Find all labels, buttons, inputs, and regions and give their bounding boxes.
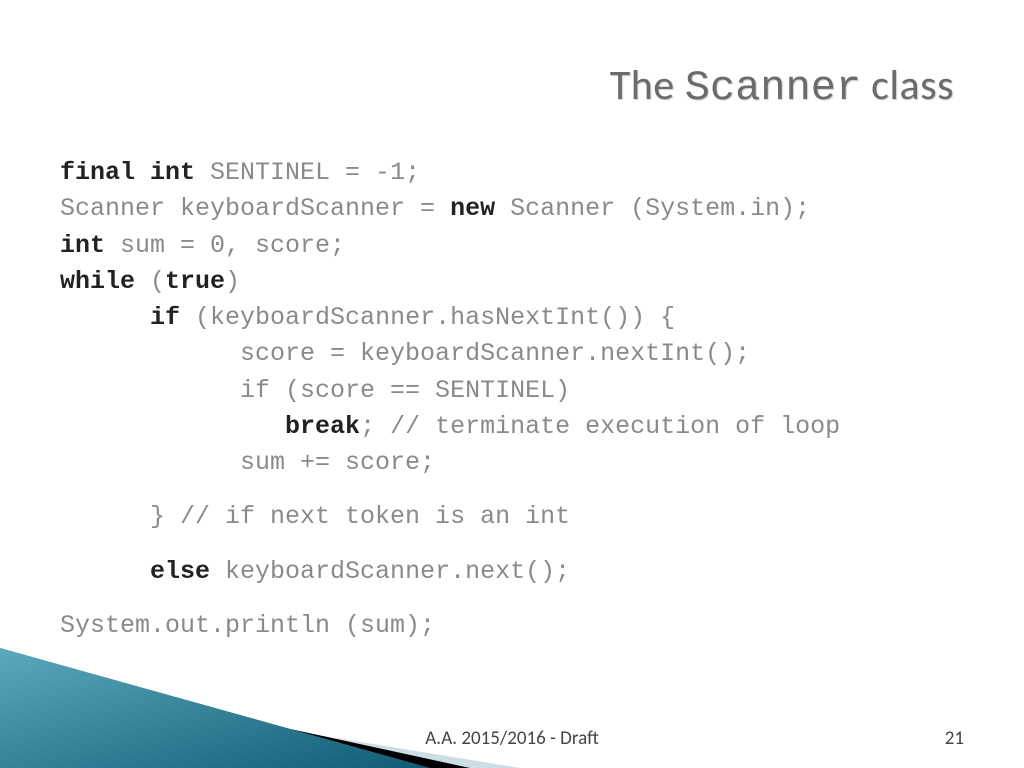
code-l12: System.out.println (sum);: [60, 611, 435, 640]
kw-break: break: [285, 412, 360, 441]
code-block: final int SENTINEL = -1; Scanner keyboar…: [60, 155, 964, 662]
kw-else: else: [150, 557, 210, 586]
code-l10: } // if next token is an int: [60, 502, 570, 531]
code-l11a: [60, 557, 150, 586]
code-l4d: ): [225, 267, 240, 296]
code-l8a: [60, 412, 285, 441]
slide: The Scanner class final int SENTINEL = -…: [0, 0, 1024, 768]
code-l7: if (score == SENTINEL): [60, 376, 570, 405]
code-l9: sum += score;: [60, 448, 435, 477]
code-l2c: Scanner (System.in);: [495, 194, 810, 223]
code-l3b: sum = 0, score;: [105, 231, 345, 260]
title-post: class: [861, 60, 954, 111]
code-l11c: keyboardScanner.next();: [210, 557, 570, 586]
slide-title: The Scanner class: [610, 60, 954, 112]
code-l1b: SENTINEL = -1;: [195, 158, 420, 187]
title-pre: The: [610, 60, 685, 111]
code-l8c: ; // terminate execution of loop: [360, 412, 840, 441]
kw-int: int: [60, 231, 105, 260]
kw-while: while: [60, 267, 135, 296]
kw-if: if: [150, 303, 180, 332]
code-l5c: (keyboardScanner.hasNextInt()) {: [180, 303, 675, 332]
code-l2a: Scanner keyboardScanner =: [60, 194, 450, 223]
kw-final-int: final int: [60, 158, 195, 187]
code-l6: score = keyboardScanner.nextInt();: [60, 339, 750, 368]
kw-true: true: [165, 267, 225, 296]
title-mono: Scanner: [685, 64, 861, 112]
code-l4b: (: [135, 267, 165, 296]
kw-new: new: [450, 194, 495, 223]
footer-text: A.A. 2015/2016 - Draft: [0, 727, 1024, 750]
code-l5a: [60, 303, 150, 332]
page-number: 21: [945, 727, 964, 750]
